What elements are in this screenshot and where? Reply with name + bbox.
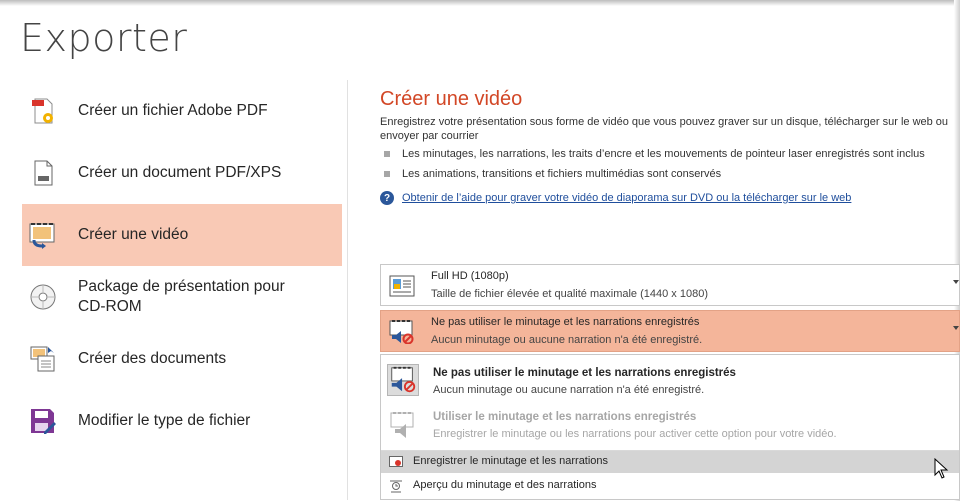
page-title: Exporter [20,16,188,60]
sidebar-item-change-file-type[interactable]: Modifier le type de fichier [22,390,342,452]
adobe-pdf-icon [32,98,53,124]
timing-title: Ne pas utiliser le minutage et les narra… [431,316,700,328]
option-use-timings[interactable]: Utiliser le minutage et les narrations e… [381,405,959,451]
video-icon [29,223,55,249]
window-top-shadow [0,0,960,6]
no-narration-icon [387,364,419,396]
presentation-quality-icon [389,275,415,297]
pdf-xps-document-icon [34,160,53,186]
feature-bullet: Les animations, transitions et fichiers … [380,167,955,181]
save-as-icon [31,409,56,434]
sidebar-item-pdf-xps[interactable]: Créer un document PDF/XPS [22,142,342,204]
no-narration-icon [389,320,414,344]
option-subtitle: Enregistrer le minutage ou les narration… [433,428,837,440]
option-title: Ne pas utiliser le minutage et les narra… [433,367,736,379]
option-no-timings[interactable]: Ne pas utiliser le minutage et les narra… [381,359,959,405]
help-row: ? Obtenir de l’aide pour graver votre vi… [380,191,955,205]
section-heading: Créer une vidéo [380,88,523,110]
option-subtitle: Aucun minutage ou aucune narration n'a é… [433,384,705,396]
cd-rom-icon [30,284,56,310]
record-timings-label: Enregistrer le minutage et les narration… [413,455,609,467]
export-sidebar: Créer un fichier Adobe PDF Créer un docu… [22,80,342,452]
mouse-pointer-icon [934,458,949,479]
sidebar-item-label: Créer un document PDF/XPS [78,164,282,181]
sidebar-item-adobe-pdf[interactable]: Créer un fichier Adobe PDF [22,80,342,142]
option-title: Utiliser le minutage et les narrations e… [433,411,697,423]
narration-icon [390,412,414,438]
create-video-panel: Créer une vidéo Enregistrez votre présen… [380,88,955,205]
chevron-down-icon [953,280,959,284]
sidebar-item-handouts[interactable]: Créer des documents [22,328,342,390]
feature-bullet: Les minutages, les narrations, les trait… [380,147,955,161]
help-link[interactable]: Obtenir de l’aide pour graver votre vidé… [402,192,851,204]
resolution-subtitle: Taille de fichier élevée et qualité maxi… [431,288,708,300]
timing-subtitle: Aucun minutage ou aucune narration n'a é… [431,334,703,346]
resolution-dropdown[interactable]: Full HD (1080p) Taille de fichier élevée… [380,264,960,306]
panel-divider [347,80,348,500]
sidebar-item-label: Package de présentation pour CD-ROM [78,278,285,315]
sidebar-item-label: Créer un fichier Adobe PDF [78,102,268,119]
preview-timings-button[interactable]: Aperçu du minutage et des narrations [381,475,959,497]
sidebar-item-video[interactable]: Créer une vidéo [22,204,342,266]
sidebar-item-label: Créer une vidéo [78,226,189,243]
preview-timings-label: Aperçu du minutage et des narrations [413,479,597,491]
record-icon [389,456,403,467]
help-icon: ? [380,191,394,205]
handouts-icon [30,346,55,372]
timing-options-menu: Ne pas utiliser le minutage et les narra… [380,354,960,500]
sidebar-item-cd-rom[interactable]: Package de présentation pour CD-ROM [22,266,342,328]
timing-dropdown[interactable]: Ne pas utiliser le minutage et les narra… [380,310,960,352]
preview-icon [390,480,402,493]
section-description: Enregistrez votre présentation sous form… [380,116,949,142]
resolution-title: Full HD (1080p) [431,270,509,282]
chevron-down-icon [953,326,959,330]
sidebar-item-label: Modifier le type de fichier [78,412,251,429]
sidebar-item-label: Créer des documents [78,350,227,367]
record-timings-button[interactable]: Enregistrer le minutage et les narration… [381,451,959,473]
